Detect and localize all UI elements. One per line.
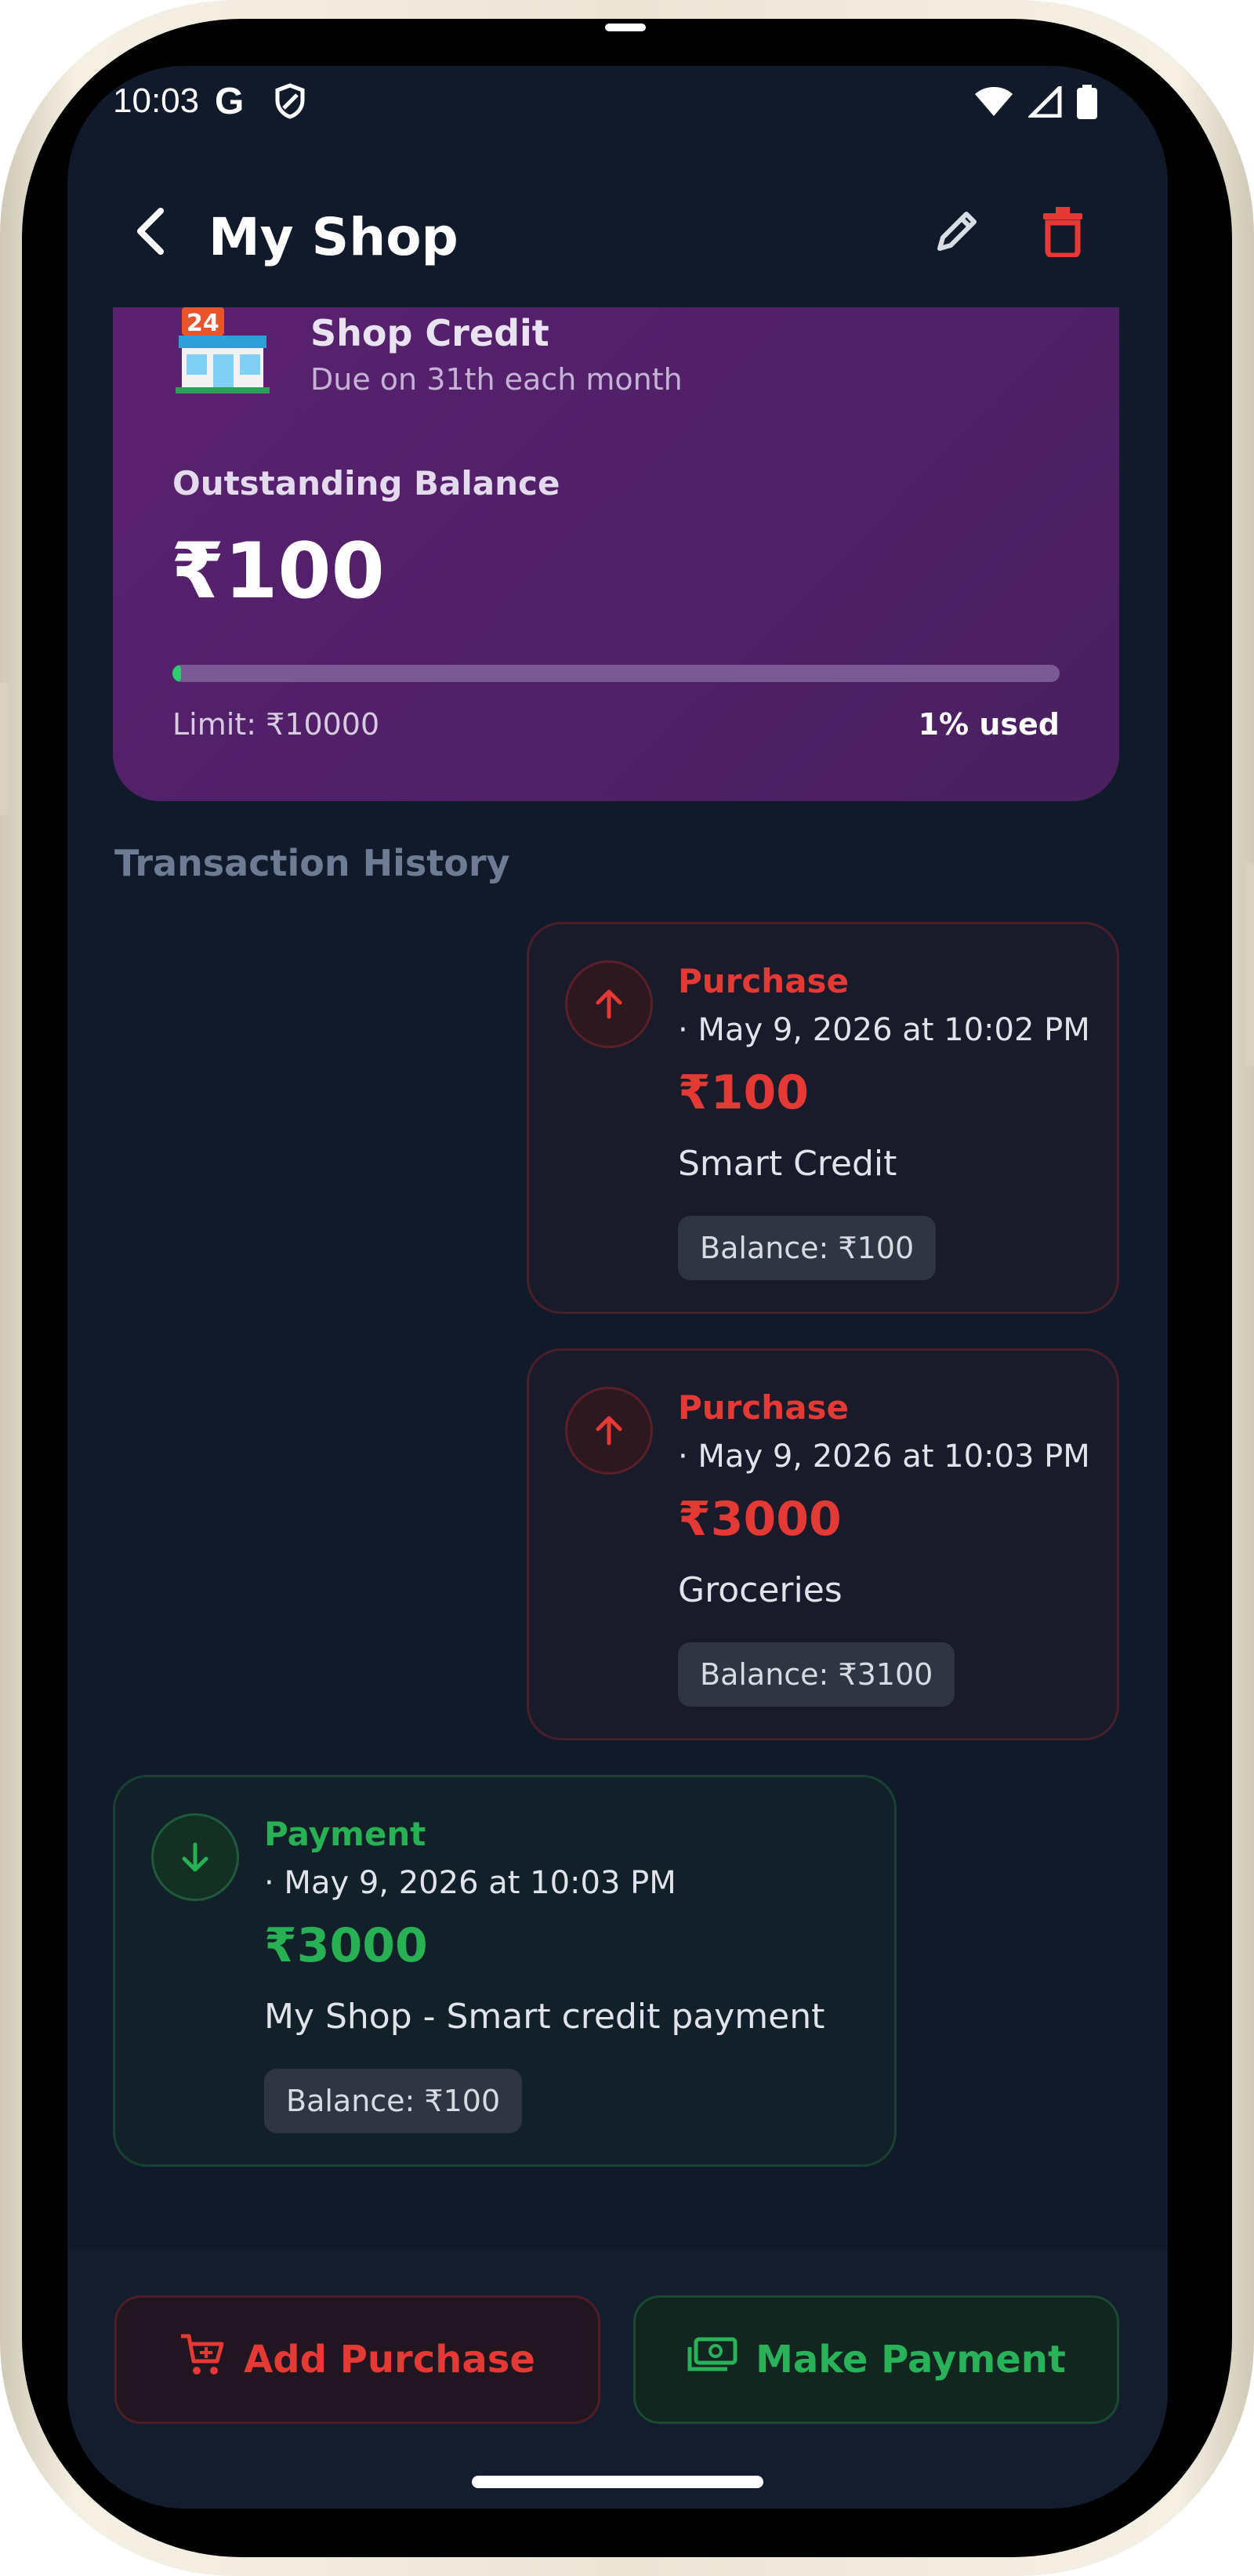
side-button-volume [0,682,8,815]
google-icon: G [215,81,245,122]
transaction-card[interactable]: Purchase · May 9, 2026 at 10:02 PM ₹100 … [527,922,1119,1314]
outstanding-label: Outstanding Balance [172,464,560,503]
credit-limit-text: Limit: ₹10000 [172,707,380,742]
make-payment-button[interactable]: Make Payment [633,2295,1119,2424]
shop-credit-title: Shop Credit [310,312,549,354]
add-purchase-label: Add Purchase [244,2338,535,2382]
add-purchase-button[interactable]: Add Purchase [114,2295,600,2424]
transaction-type: Payment [264,1815,426,1853]
transaction-date: · May 9, 2026 at 10:03 PM [264,1865,676,1901]
transaction-date: · May 9, 2026 at 10:02 PM [678,1012,1090,1048]
transaction-balance-badge: Balance: ₹100 [264,2069,523,2133]
credit-usage-progress [172,665,1060,682]
edit-button[interactable] [922,198,992,268]
speaker-slot [605,24,646,31]
credit-summary-card: 24 Shop Credit Due on 31th each month Ou… [113,307,1119,801]
status-bar: 10:03 G [67,66,1168,160]
make-payment-label: Make Payment [756,2338,1066,2382]
bottom-action-bar: Add Purchase Make Payment [67,2250,1168,2509]
transaction-balance-badge: Balance: ₹3100 [678,1642,955,1707]
svg-text:24: 24 [187,310,219,337]
outstanding-amount: ₹100 [171,527,385,616]
side-button-power [1246,862,1254,1066]
delete-button[interactable] [1027,198,1098,268]
credit-usage-progress-fill [172,665,182,682]
transaction-card[interactable]: Purchase · May 9, 2026 at 10:03 PM ₹3000… [527,1348,1119,1740]
transaction-type: Purchase [678,962,850,1000]
back-arrow-icon [131,206,169,259]
credit-used-text: 1% used [918,707,1060,742]
transaction-balance-badge: Balance: ₹100 [678,1216,937,1280]
arrow-up-icon [565,1387,653,1475]
app-screen: 10:03 G My Shop 24 Shop Credit Due on 31… [67,66,1168,2509]
status-icons [973,82,1097,122]
home-indicator[interactable] [472,2476,763,2488]
money-icon [687,2336,738,2383]
transaction-description: Groceries [678,1570,843,1610]
due-date-text: Due on 31th each month [310,362,683,397]
signal-icon [1026,82,1063,121]
battery-icon [1077,85,1097,122]
transaction-type: Purchase [678,1388,850,1427]
store-24-icon: 24 [176,307,270,394]
delete-trash-icon [1040,205,1085,260]
transaction-description: Smart Credit [678,1144,897,1184]
page-title: My Shop [208,207,458,267]
edit-pencil-icon [932,206,982,259]
cart-icon [179,2333,227,2386]
arrow-down-icon [151,1813,239,1901]
phone-frame: 10:03 G My Shop 24 Shop Credit Due on 31… [0,0,1254,2576]
transaction-amount: ₹3000 [678,1492,842,1547]
transaction-amount: ₹3000 [264,1918,428,1973]
transaction-date: · May 9, 2026 at 10:03 PM [678,1439,1090,1475]
transaction-history-title: Transaction History [114,842,510,884]
transaction-card[interactable]: Payment · May 9, 2026 at 10:03 PM ₹3000 … [113,1775,897,2167]
status-time: 10:03 [113,82,200,120]
app-bar: My Shop [67,176,1168,293]
wifi-icon [973,86,1014,121]
transaction-description: My Shop - Smart credit payment [264,1997,825,2037]
shield-icon [274,83,306,122]
transaction-amount: ₹100 [678,1065,809,1120]
back-button[interactable] [114,198,185,268]
arrow-up-icon [565,960,653,1048]
